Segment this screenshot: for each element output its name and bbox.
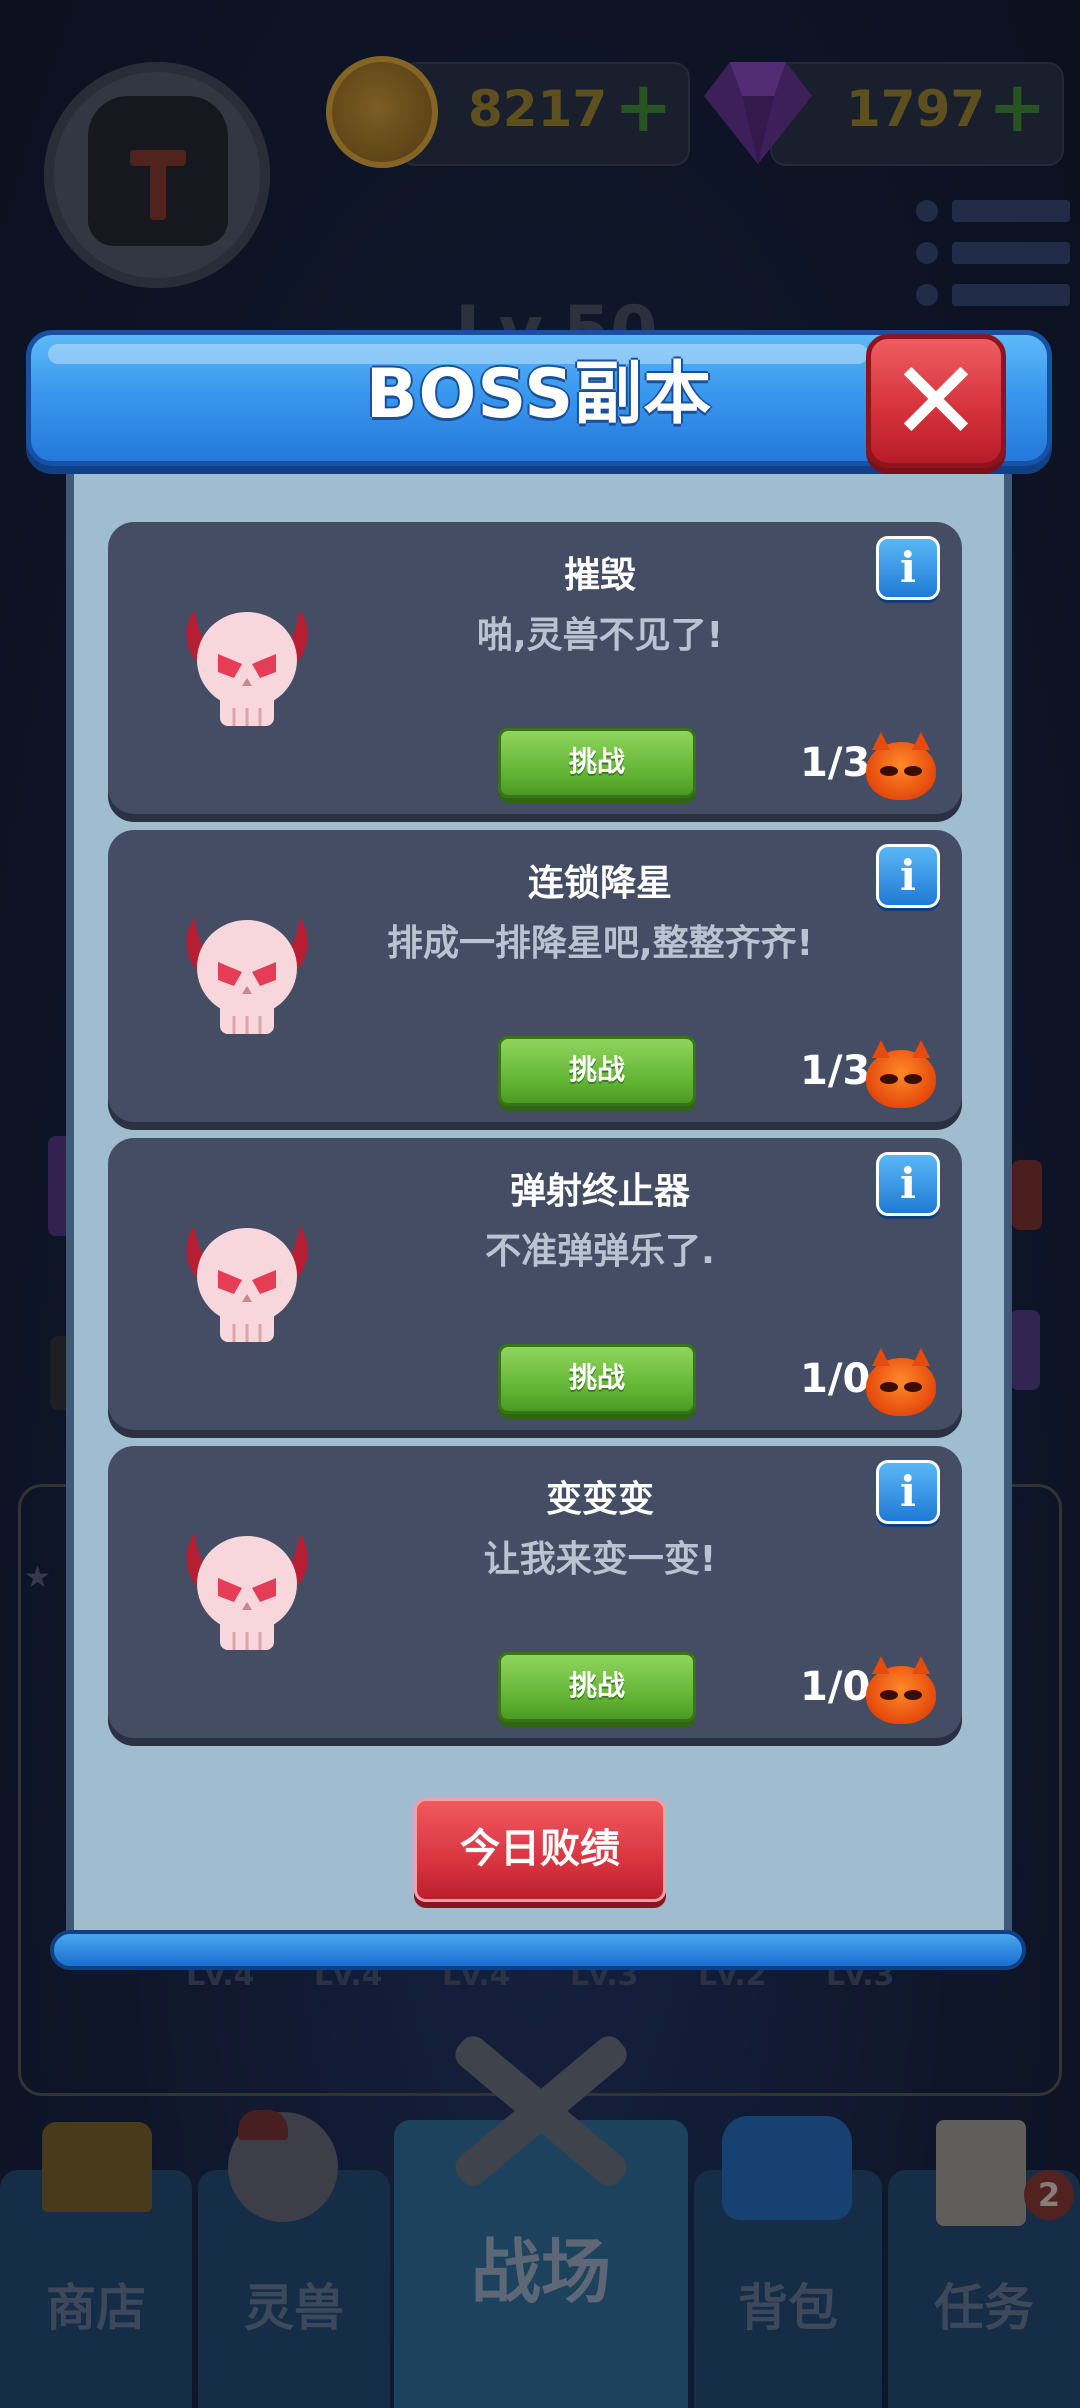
info-icon: i: [900, 1467, 916, 1516]
demon-horn: [872, 1656, 890, 1674]
demon-eye: [880, 1690, 898, 1700]
demon-horn: [872, 732, 890, 750]
attempt-count: 1/0: [800, 1356, 871, 1402]
info-button[interactable]: i: [876, 536, 940, 600]
attempt-count: 1/0: [800, 1664, 871, 1710]
demon-horn: [912, 1040, 930, 1058]
info-icon: i: [900, 543, 916, 592]
demon-horn: [872, 1348, 890, 1366]
boss-description: 啪,灵兽不见了!: [476, 615, 724, 656]
demon-token-icon: [866, 1348, 936, 1416]
demon-horn: [912, 732, 930, 750]
demon-eye: [880, 1382, 898, 1392]
boss-name: 变变变: [545, 1479, 654, 1520]
close-icon: ✕: [889, 337, 983, 465]
demon-eye: [904, 1382, 922, 1392]
demon-eye: [880, 766, 898, 776]
boss-name: 连锁降星: [527, 863, 672, 904]
info-icon: i: [900, 851, 916, 900]
demon-eye: [880, 1074, 898, 1084]
demon-token-icon: [866, 1656, 936, 1724]
boss-description: 让我来变一变!: [483, 1539, 717, 1580]
attempt-count: 1/3: [800, 1048, 871, 1094]
demon-eye: [904, 1074, 922, 1084]
demon-horn: [872, 1040, 890, 1058]
demon-eye: [904, 766, 922, 776]
info-button[interactable]: i: [876, 844, 940, 908]
today-defeat-record-button[interactable]: 今日败绩: [414, 1798, 666, 1902]
demon-eye: [904, 1690, 922, 1700]
boss-description: 不准弹弹乐了.: [485, 1231, 715, 1272]
boss-name: 摧毁: [563, 555, 636, 596]
info-icon: i: [900, 1159, 916, 1208]
challenge-button[interactable]: 挑战: [498, 1344, 696, 1414]
challenge-button[interactable]: 挑战: [498, 728, 696, 798]
boss-description: 排成一排降星吧,整整齐齐!: [386, 923, 814, 964]
demon-horn: [912, 1348, 930, 1366]
boss-name: 弹射终止器: [509, 1171, 690, 1212]
info-button[interactable]: i: [876, 1152, 940, 1216]
demon-token-icon: [866, 1040, 936, 1108]
info-button[interactable]: i: [876, 1460, 940, 1524]
challenge-button[interactable]: 挑战: [498, 1036, 696, 1106]
challenge-button[interactable]: 挑战: [498, 1652, 696, 1722]
attempt-count: 1/3: [800, 740, 871, 786]
demon-horn: [912, 1656, 930, 1674]
close-button[interactable]: ✕: [866, 334, 1006, 468]
demon-token-icon: [866, 732, 936, 800]
dialog-footer-bar: [50, 1930, 1026, 1970]
